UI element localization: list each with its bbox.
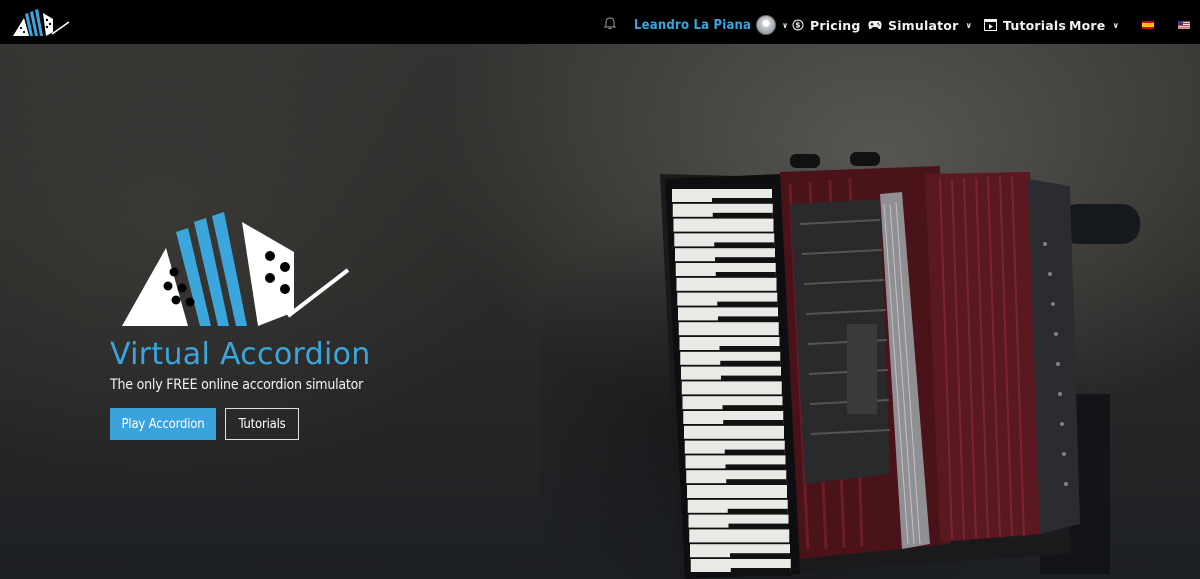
- spain-flag-icon[interactable]: [1142, 21, 1154, 29]
- accordion-key-white: [681, 381, 782, 395]
- nav-more-label: More: [1069, 17, 1106, 33]
- gamepad-icon: [868, 21, 882, 30]
- nav-tutorials[interactable]: Tutorials: [984, 16, 1066, 34]
- play-square-icon: [984, 19, 997, 31]
- user-menu[interactable]: Leandro La Piana ∨: [634, 15, 789, 35]
- virtual-accordion-logo-icon: [122, 212, 350, 326]
- chevron-down-icon: ∨: [965, 20, 973, 30]
- chevron-down-icon: ∨: [1112, 20, 1120, 30]
- hero-title: Virtual Accordion: [110, 337, 371, 372]
- accordion-key-white: [687, 485, 787, 498]
- nav-pricing[interactable]: $ Pricing: [792, 16, 861, 34]
- accordion-key-black: [730, 568, 791, 576]
- chevron-down-icon: ∨: [782, 20, 789, 30]
- hero-section: Virtual Accordion The only FREE online a…: [0, 44, 1200, 579]
- user-name: Leandro La Piana: [634, 17, 752, 33]
- accordion-key-white: [678, 322, 779, 336]
- user-avatar-icon: [756, 15, 777, 35]
- nav-pricing-label: Pricing: [810, 17, 861, 33]
- nav-more[interactable]: More ∨: [1069, 16, 1119, 34]
- nav-tutorials-label: Tutorials: [1003, 17, 1067, 33]
- accordion-key-white: [673, 218, 774, 232]
- accordion-photo-image: [660, 152, 1140, 579]
- hero-subtitle: The only FREE online accordion simulator: [110, 377, 364, 393]
- svg-text:$: $: [795, 21, 800, 30]
- virtual-accordion-logo-icon[interactable]: [12, 8, 70, 38]
- nav-simulator[interactable]: Simulator ∨: [868, 16, 972, 34]
- accordion-key-white: [684, 425, 784, 439]
- dollar-circle-icon: $: [792, 19, 804, 31]
- accordion-key-white: [676, 277, 777, 291]
- play-accordion-button[interactable]: Play Accordion: [110, 408, 216, 440]
- accordion-key-white: [689, 529, 790, 543]
- bell-icon[interactable]: [603, 16, 617, 30]
- usa-flag-icon[interactable]: [1178, 21, 1190, 29]
- top-navbar: Leandro La Piana ∨ $ Pricing Simulator ∨…: [0, 0, 1200, 44]
- tutorials-button[interactable]: Tutorials: [225, 408, 299, 440]
- nav-simulator-label: Simulator: [888, 17, 959, 33]
